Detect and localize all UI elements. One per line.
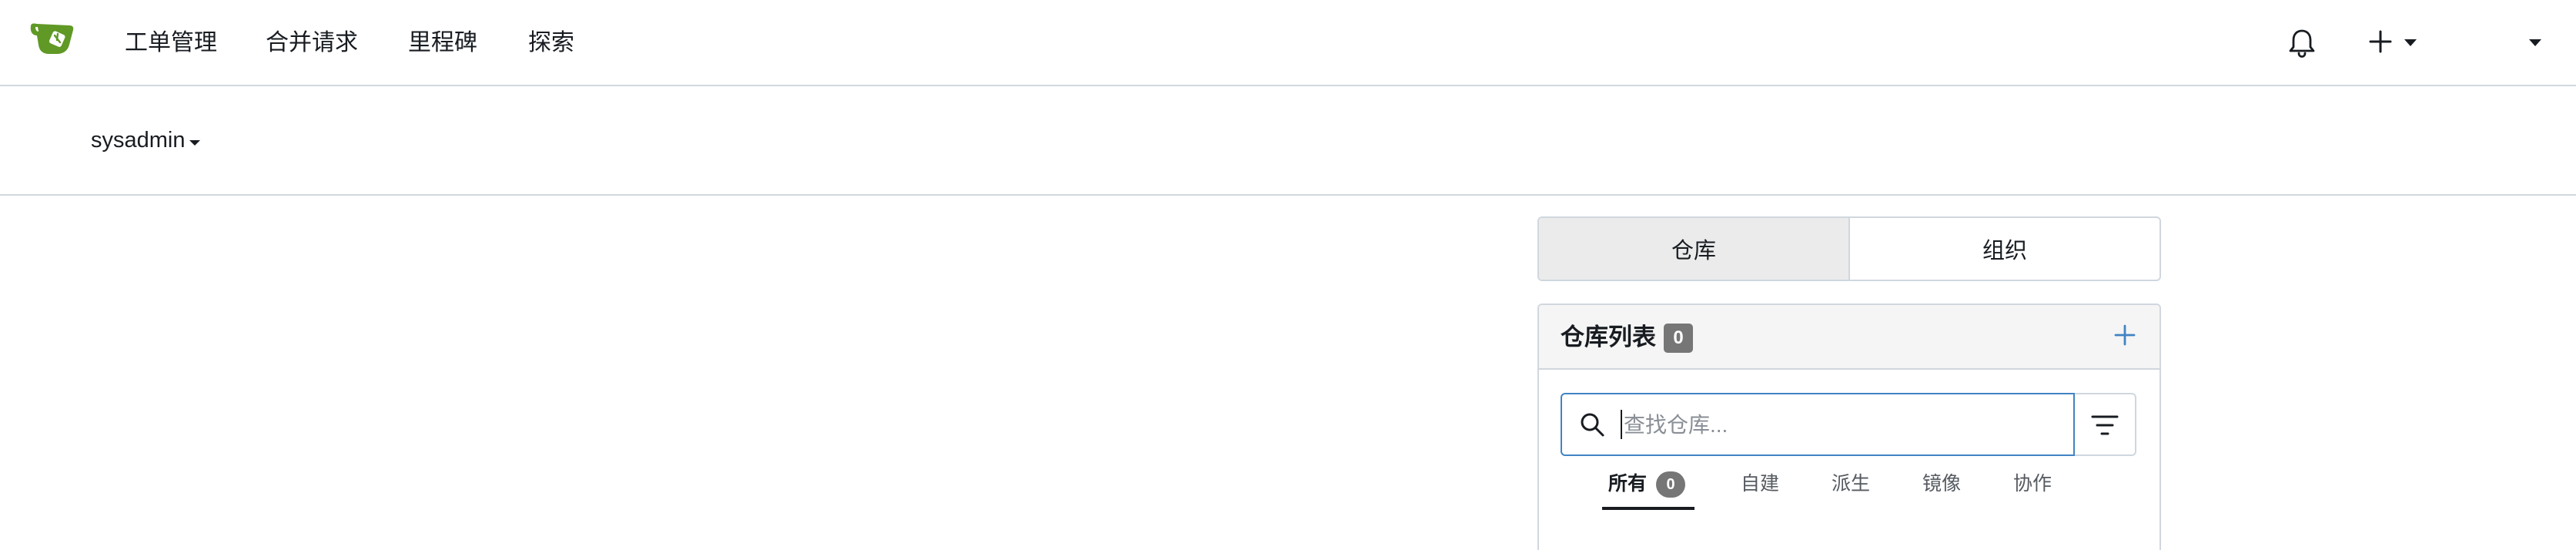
active-tab-underline [1602, 507, 1694, 510]
repo-list-title: 仓库列表 [1561, 324, 1656, 350]
tab-organizations[interactable]: 组织 [1850, 218, 2159, 280]
context-chevron-down-icon[interactable] [189, 140, 200, 146]
dashboard-tabs: 仓库 组织 [1537, 216, 2161, 281]
nav-item-issues[interactable]: 工单管理 [125, 28, 217, 59]
nav-item-explore[interactable]: 探索 [528, 28, 574, 59]
repo-filter-button[interactable] [2075, 393, 2136, 456]
new-repo-plus-icon[interactable] [2112, 322, 2138, 348]
repo-count-badge: 0 [1664, 324, 1693, 353]
bell-icon[interactable] [2288, 28, 2316, 59]
nav-item-pulls[interactable]: 合并请求 [266, 28, 358, 59]
repo-filter-tab-forks[interactable]: 派生 [1832, 468, 1870, 499]
context-user-switcher[interactable]: sysadmin [91, 125, 186, 156]
repo-list-header: 仓库列表 0 [1539, 305, 2159, 370]
filter-icon [2090, 413, 2119, 438]
gitea-logo-icon[interactable] [29, 18, 77, 57]
repo-filter-tab-collaborative[interactable]: 协作 [2013, 468, 2052, 499]
plus-icon[interactable] [2368, 29, 2393, 54]
repo-filter-tab-sources[interactable]: 自建 [1741, 468, 1779, 499]
chevron-down-icon[interactable] [2404, 39, 2417, 46]
user-menu-chevron-down-icon[interactable] [2529, 39, 2541, 46]
repo-search-input[interactable] [1622, 394, 2056, 456]
search-icon [1579, 411, 1605, 438]
tab-repositories[interactable]: 仓库 [1539, 218, 1848, 280]
top-navbar: 工单管理 合并请求 里程碑 探索 [0, 0, 2576, 86]
nav-item-milestones[interactable]: 里程碑 [408, 28, 477, 59]
repo-search-box [1561, 393, 2075, 456]
repo-filter-tab-mirrors[interactable]: 镜像 [1922, 468, 1961, 499]
repo-filter-all-count: 0 [1656, 471, 1685, 498]
repo-filter-tab-all[interactable]: 所有 [1608, 468, 1647, 499]
dashboard-context-header: sysadmin [0, 86, 2576, 196]
repo-list-panel: 仓库列表 0 所有 0 自建 派生 镜像 协作 [1537, 304, 2161, 550]
